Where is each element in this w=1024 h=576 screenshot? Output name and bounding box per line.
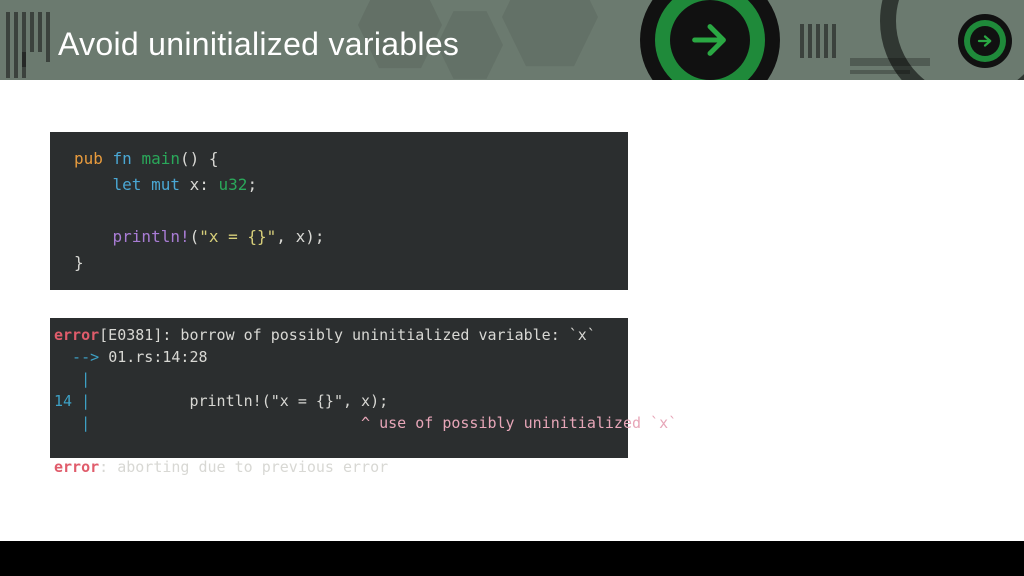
compiler-error: error[E0381]: borrow of possibly uniniti… <box>50 318 628 458</box>
code-snippet: pub fn main() { let mut x: u32; println!… <box>50 132 628 290</box>
slide-footer <box>0 541 1024 576</box>
arrow-icon <box>687 17 733 63</box>
page-title: Avoid uninitialized variables <box>58 26 459 63</box>
slide-header: Avoid uninitialized variables <box>0 0 1024 80</box>
slide-body: pub fn main() { let mut x: u32; println!… <box>0 80 1024 541</box>
